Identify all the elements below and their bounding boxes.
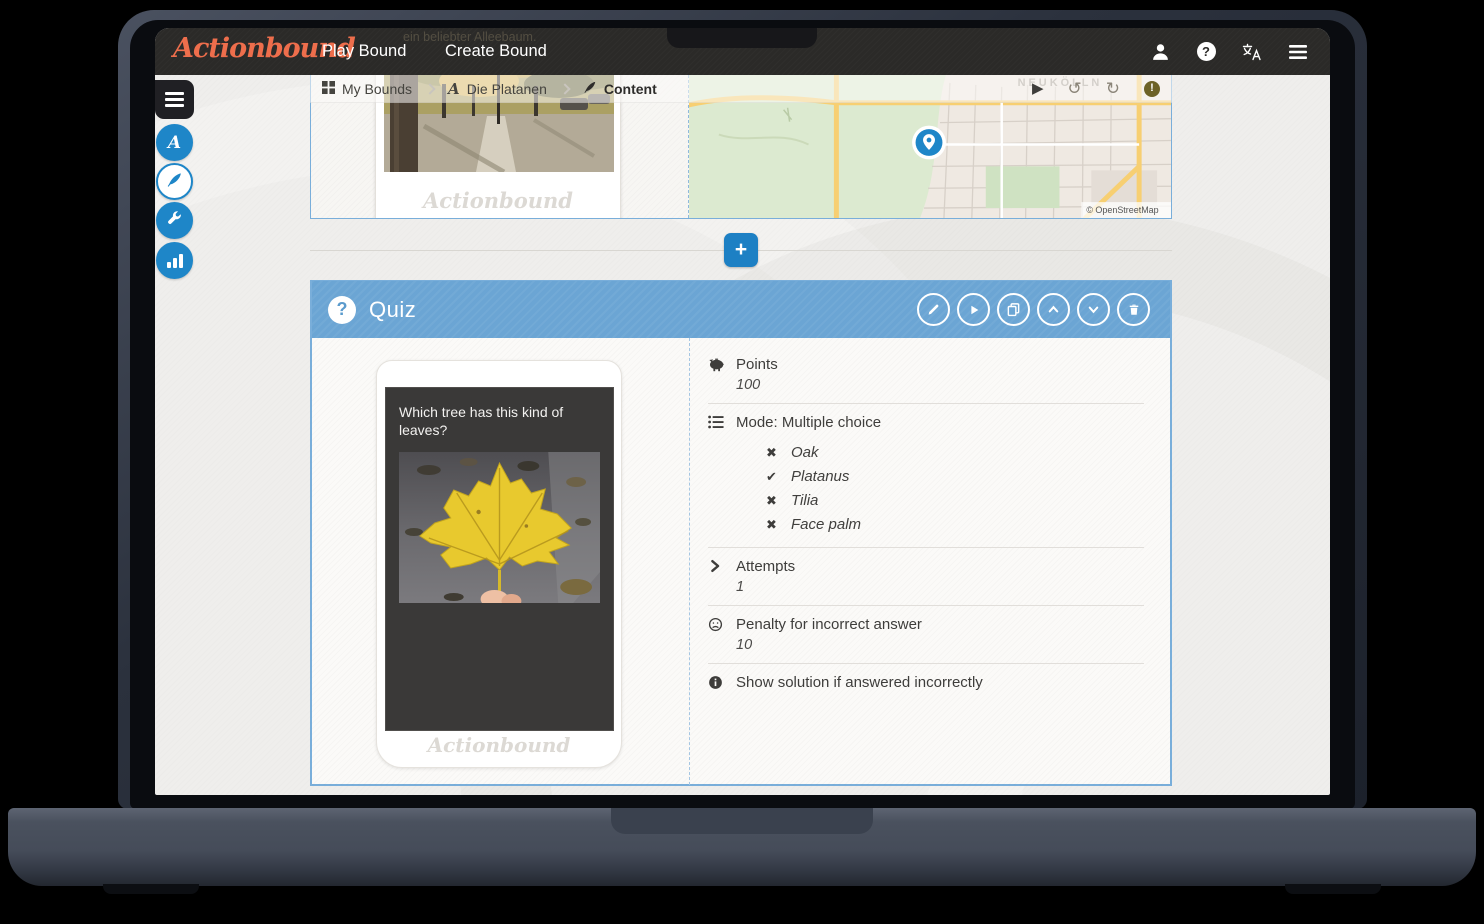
sidebar-item-bound[interactable]: A bbox=[156, 124, 193, 161]
wrong-x-icon: ✖ bbox=[766, 517, 780, 533]
quiz-header: ? Quiz bbox=[312, 281, 1170, 338]
sidebar-menu-button[interactable] bbox=[155, 80, 194, 119]
breadcrumb-bound-name[interactable]: A Die Platanen bbox=[448, 80, 547, 98]
duplicate-button[interactable] bbox=[997, 293, 1030, 326]
penalty-row: Penalty for incorrect answer 10 bbox=[708, 616, 1144, 653]
quiz-type-icon: ? bbox=[328, 296, 356, 324]
leaf-photo bbox=[399, 452, 600, 603]
grid-icon bbox=[322, 81, 335, 97]
undo-icon[interactable]: ↺ bbox=[1068, 80, 1082, 97]
wrong-x-icon: ✖ bbox=[766, 445, 780, 461]
quiz-element-card: ? Quiz bbox=[310, 280, 1172, 786]
phone-screen: Which tree has this kind of leaves? bbox=[385, 387, 614, 731]
points-value: 100 bbox=[736, 377, 778, 393]
quiz-question-text: Which tree has this kind of leaves? bbox=[386, 388, 613, 439]
bound-logo-icon: A bbox=[168, 133, 181, 153]
laptop-camera-notch bbox=[667, 28, 817, 48]
answer-row-wrong: ✖ Face palm bbox=[766, 516, 1144, 533]
wrench-icon bbox=[167, 210, 183, 231]
penalty-value: 10 bbox=[736, 637, 922, 653]
quiz-details-panel: Points 100 Mode: Multiple choice bbox=[689, 338, 1170, 785]
answer-list: ✖ Oak ✔ Platanus ✖ Tilia bbox=[766, 444, 1144, 533]
app-screen: ein beliebter Alleebaum. Actionbound Pla… bbox=[155, 28, 1330, 795]
quiz-preview-panel: Which tree has this kind of leaves? bbox=[312, 338, 689, 785]
phone-preview: Which tree has this kind of leaves? bbox=[376, 360, 622, 768]
quiz-title: Quiz bbox=[369, 297, 416, 323]
move-up-button[interactable] bbox=[1037, 293, 1070, 326]
breadcrumb-separator bbox=[424, 83, 435, 94]
add-element-row: + bbox=[310, 233, 1172, 267]
translate-icon[interactable] bbox=[1242, 42, 1262, 62]
play-icon[interactable]: ▶ bbox=[1032, 81, 1044, 96]
info-icon bbox=[708, 674, 725, 695]
quiz-actions bbox=[917, 293, 1150, 326]
points-row: Points 100 bbox=[708, 356, 1144, 393]
stage-toolbar: ▶ ↺ ↻ ! bbox=[1032, 80, 1160, 97]
breadcrumb-content[interactable]: Content bbox=[583, 80, 657, 97]
attempts-value: 1 bbox=[736, 579, 795, 595]
phone-watermark: Actionbound bbox=[377, 733, 621, 757]
answer-row-wrong: ✖ Oak bbox=[766, 444, 1144, 461]
attempts-row: Attempts 1 bbox=[708, 558, 1144, 595]
alert-icon[interactable]: ! bbox=[1144, 81, 1160, 97]
bar-chart-icon bbox=[167, 254, 183, 268]
sad-face-icon bbox=[708, 616, 725, 653]
breadcrumb-my-bounds[interactable]: My Bounds bbox=[322, 81, 412, 97]
edit-pencil-button[interactable] bbox=[917, 293, 950, 326]
paper-plane-icon: A bbox=[448, 80, 460, 98]
wrong-x-icon: ✖ bbox=[766, 493, 780, 509]
laptop-base-notch bbox=[611, 808, 873, 834]
nav-play-bound[interactable]: Play Bound bbox=[322, 28, 406, 75]
list-icon bbox=[708, 414, 725, 537]
map-attribution: © OpenStreetMap bbox=[1086, 205, 1158, 215]
menu-icon[interactable] bbox=[1288, 42, 1308, 62]
laptop-base bbox=[8, 808, 1476, 886]
add-element-button[interactable]: + bbox=[724, 233, 758, 267]
correct-check-icon: ✔ bbox=[766, 469, 780, 485]
redo-icon[interactable]: ↻ bbox=[1106, 80, 1120, 97]
sidebar-item-statistics[interactable] bbox=[156, 242, 193, 279]
move-down-button[interactable] bbox=[1077, 293, 1110, 326]
feather-icon bbox=[583, 80, 597, 97]
phone-watermark: Actionbound bbox=[376, 188, 620, 213]
nav-create-bound[interactable]: Create Bound bbox=[445, 28, 547, 75]
user-icon[interactable] bbox=[1150, 42, 1170, 62]
help-icon[interactable]: ? bbox=[1196, 42, 1216, 62]
piggy-bank-icon bbox=[708, 356, 725, 393]
sidebar-item-settings[interactable] bbox=[156, 202, 193, 239]
mode-row: Mode: Multiple choice ✖ Oak ✔ Platanus bbox=[708, 414, 1144, 537]
delete-trash-button[interactable] bbox=[1117, 293, 1150, 326]
breadcrumb: My Bounds A Die Platanen Content ▶ ↺ ↻ ! bbox=[310, 75, 1172, 103]
quiz-body: Which tree has this kind of leaves? bbox=[312, 338, 1170, 785]
laptop-foot bbox=[103, 884, 199, 894]
answer-row-correct: ✔ Platanus bbox=[766, 468, 1144, 485]
map-marker bbox=[912, 126, 946, 160]
solution-row: Show solution if answered incorrectly bbox=[708, 674, 1144, 695]
sidebar-item-content[interactable] bbox=[156, 163, 193, 200]
feather-icon bbox=[166, 171, 183, 193]
play-preview-button[interactable] bbox=[957, 293, 990, 326]
chevron-right-icon bbox=[708, 558, 725, 595]
laptop-foot bbox=[1285, 884, 1381, 894]
answer-row-wrong: ✖ Tilia bbox=[766, 492, 1144, 509]
breadcrumb-separator bbox=[559, 83, 570, 94]
